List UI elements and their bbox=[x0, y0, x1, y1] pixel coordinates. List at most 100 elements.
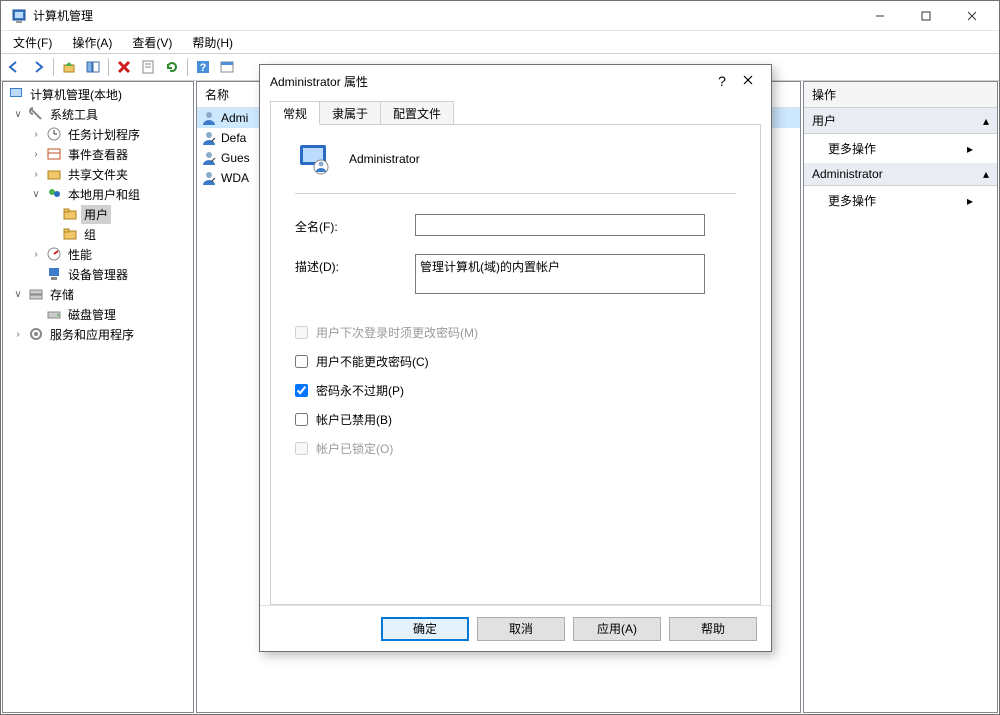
expand-icon[interactable]: ∨ bbox=[29, 187, 43, 201]
dialog-close-button[interactable] bbox=[735, 74, 761, 88]
tools-icon bbox=[28, 106, 44, 122]
user-icon bbox=[201, 150, 217, 166]
cb-locked bbox=[295, 442, 308, 455]
menubar: 文件(F) 操作(A) 查看(V) 帮助(H) bbox=[1, 31, 999, 53]
forward-button[interactable] bbox=[27, 56, 49, 78]
extra-button[interactable] bbox=[216, 56, 238, 78]
properties-button[interactable] bbox=[137, 56, 159, 78]
clock-icon bbox=[46, 126, 62, 142]
tree-root[interactable]: 计算机管理(本地) bbox=[3, 84, 193, 104]
cb-never-expire-row[interactable]: 密码永不过期(P) bbox=[295, 382, 736, 399]
tree-services-apps[interactable]: › 服务和应用程序 bbox=[3, 324, 193, 344]
storage-icon bbox=[28, 286, 44, 302]
collapse-icon: ▴ bbox=[983, 167, 989, 181]
back-button[interactable] bbox=[3, 56, 25, 78]
tree-users[interactable]: 用户 bbox=[3, 204, 193, 224]
expand-icon[interactable]: › bbox=[29, 247, 43, 261]
device-icon bbox=[46, 266, 62, 282]
list-item-label: Defa bbox=[221, 131, 246, 145]
cb-never-expire[interactable] bbox=[295, 384, 308, 397]
tree-performance[interactable]: › 性能 bbox=[3, 244, 193, 264]
window-title: 计算机管理 bbox=[33, 7, 857, 24]
chevron-right-icon: ▸ bbox=[967, 194, 973, 208]
tree-storage[interactable]: ∨ 存储 bbox=[3, 284, 193, 304]
tree-system-tools[interactable]: ∨ 系统工具 bbox=[3, 104, 193, 124]
expand-icon[interactable]: › bbox=[29, 127, 43, 141]
list-item-label: Gues bbox=[221, 151, 250, 165]
actions-pane: 操作 用户 ▴ 更多操作 ▸ Administrator ▴ 更多操作 ▸ bbox=[803, 81, 998, 713]
cb-must-change bbox=[295, 326, 308, 339]
tab-general[interactable]: 常规 bbox=[270, 101, 320, 125]
tree-shared-folders[interactable]: › 共享文件夹 bbox=[3, 164, 193, 184]
expand-icon[interactable]: › bbox=[11, 327, 25, 341]
list-item-label: Admi bbox=[221, 111, 248, 125]
maximize-button[interactable] bbox=[903, 1, 949, 31]
dialog-title: Administrator 属性 bbox=[270, 73, 709, 90]
folder-icon bbox=[62, 226, 78, 242]
expand-icon[interactable]: › bbox=[29, 167, 43, 181]
user-name-label: Administrator bbox=[349, 152, 420, 166]
description-label: 描述(D): bbox=[295, 254, 415, 275]
dialog-help-button[interactable]: ? bbox=[709, 73, 735, 89]
tab-strip: 常规 隶属于 配置文件 bbox=[270, 101, 761, 125]
main-titlebar: 计算机管理 bbox=[1, 1, 999, 31]
menu-help[interactable]: 帮助(H) bbox=[182, 32, 243, 53]
minimize-button[interactable] bbox=[857, 1, 903, 31]
user-icon bbox=[201, 170, 217, 186]
users-icon bbox=[46, 186, 62, 202]
actions-header: 操作 bbox=[804, 82, 997, 108]
actions-more-2[interactable]: 更多操作 ▸ bbox=[804, 186, 997, 215]
actions-more-1[interactable]: 更多操作 ▸ bbox=[804, 134, 997, 163]
tree-task-scheduler[interactable]: › 任务计划程序 bbox=[3, 124, 193, 144]
description-input[interactable]: 管理计算机(域)的内置帐户 bbox=[415, 254, 705, 294]
refresh-button[interactable] bbox=[161, 56, 183, 78]
tree-local-users-groups[interactable]: ∨ 本地用户和组 bbox=[3, 184, 193, 204]
fullname-input[interactable] bbox=[415, 214, 705, 236]
user-large-icon bbox=[295, 141, 331, 177]
divider bbox=[295, 193, 736, 194]
chevron-right-icon: ▸ bbox=[967, 142, 973, 156]
expand-icon[interactable]: › bbox=[29, 147, 43, 161]
help-button[interactable]: ? bbox=[192, 56, 214, 78]
svg-text:?: ? bbox=[200, 62, 207, 74]
tab-memberof[interactable]: 隶属于 bbox=[319, 101, 381, 125]
expand-icon[interactable]: ∨ bbox=[11, 107, 25, 121]
tree-groups[interactable]: 组 bbox=[3, 224, 193, 244]
event-icon bbox=[46, 146, 62, 162]
cb-locked-row: 帐户已锁定(O) bbox=[295, 440, 736, 457]
ok-button[interactable]: 确定 bbox=[381, 617, 469, 641]
actions-group-users[interactable]: 用户 ▴ bbox=[804, 108, 997, 134]
expand-icon[interactable]: ∨ bbox=[11, 287, 25, 301]
cancel-button[interactable]: 取消 bbox=[477, 617, 565, 641]
actions-group-admin[interactable]: Administrator ▴ bbox=[804, 163, 997, 186]
main-window: 计算机管理 文件(F) 操作(A) 查看(V) 帮助(H) ? bbox=[0, 0, 1000, 715]
tab-profile[interactable]: 配置文件 bbox=[380, 101, 454, 125]
properties-dialog: Administrator 属性 ? 常规 隶属于 配置文件 Administr… bbox=[259, 64, 772, 652]
tree-event-viewer[interactable]: › 事件查看器 bbox=[3, 144, 193, 164]
tree-device-manager[interactable]: 设备管理器 bbox=[3, 264, 193, 284]
general-panel: Administrator 全名(F): 描述(D): 管理计算机(域)的内置帐… bbox=[270, 125, 761, 605]
user-icon bbox=[201, 130, 217, 146]
delete-button[interactable] bbox=[113, 56, 135, 78]
list-item-label: WDA bbox=[221, 171, 249, 185]
up-button[interactable] bbox=[58, 56, 80, 78]
menu-action[interactable]: 操作(A) bbox=[62, 32, 122, 53]
collapse-icon: ▴ bbox=[983, 114, 989, 128]
help-button[interactable]: 帮助 bbox=[669, 617, 757, 641]
cb-cannot-change[interactable] bbox=[295, 355, 308, 368]
apply-button[interactable]: 应用(A) bbox=[573, 617, 661, 641]
menu-file[interactable]: 文件(F) bbox=[3, 32, 62, 53]
cb-must-change-row: 用户下次登录时须更改密码(M) bbox=[295, 324, 736, 341]
shared-folder-icon bbox=[46, 166, 62, 182]
cb-disabled[interactable] bbox=[295, 413, 308, 426]
tree-pane: 计算机管理(本地) ∨ 系统工具 › 任务计划程序 › 事件查看器 bbox=[2, 81, 194, 713]
tree-disk-management[interactable]: 磁盘管理 bbox=[3, 304, 193, 324]
show-hide-tree-button[interactable] bbox=[82, 56, 104, 78]
services-icon bbox=[28, 326, 44, 342]
close-button[interactable] bbox=[949, 1, 995, 31]
cb-disabled-row[interactable]: 帐户已禁用(B) bbox=[295, 411, 736, 428]
user-icon bbox=[201, 110, 217, 126]
folder-icon bbox=[62, 206, 78, 222]
menu-view[interactable]: 查看(V) bbox=[122, 32, 182, 53]
cb-cannot-change-row[interactable]: 用户不能更改密码(C) bbox=[295, 353, 736, 370]
